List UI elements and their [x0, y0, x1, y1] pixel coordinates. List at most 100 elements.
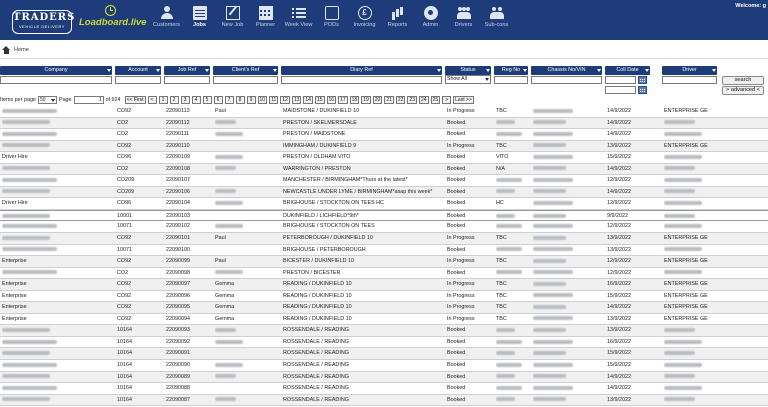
column-header-clients-ref[interactable]: Client's Ref [213, 66, 278, 75]
table-row[interactable]: 10164 22090087 ROSSENDALE / READING Booked 1… [0, 394, 768, 407]
chassis-filter-input[interactable] [531, 76, 602, 84]
page-button[interactable]: 25 [430, 95, 441, 104]
page-button[interactable]: 20 [372, 95, 383, 104]
prev-page-button[interactable]: < [147, 95, 157, 104]
first-page-button[interactable]: << First [124, 95, 146, 104]
calendar-icon[interactable] [638, 76, 647, 84]
page-button[interactable]: 24 [419, 95, 429, 104]
table-row[interactable]: Enterprise CO92 22090095 Gemma READING / DUK… [0, 302, 768, 314]
column-header-diary-ref[interactable]: Diary Ref [281, 66, 442, 75]
nav-item-drivers[interactable]: Drivers [447, 5, 480, 35]
page-button[interactable]: 13 [291, 95, 302, 104]
column-header-status[interactable]: Status [445, 66, 491, 75]
page-button[interactable]: 2 [169, 95, 179, 104]
page-button[interactable]: 8 [235, 95, 245, 104]
redacted-text [215, 131, 243, 136]
table-row[interactable]: Enterprise CO92 22090096 Gemma READING / DUK… [0, 291, 768, 303]
column-header-company[interactable]: Company [0, 66, 112, 75]
table-row[interactable]: 10164 22090093 ROSSENDALE / READING Booked 1… [0, 325, 768, 337]
table-row[interactable]: CO2 22090112 PRESTON / SKELMERSDALE Booked 1… [0, 117, 768, 130]
table-row[interactable]: 10001 22090103 DUKINFIELD / LICHFIELD*9th*… [0, 209, 768, 222]
nav-item-sub-cons[interactable]: Sub-cons [480, 5, 513, 35]
cell-status: Booked [447, 385, 466, 392]
reg-no-filter-input[interactable] [494, 76, 528, 84]
loadboard-logo[interactable]: Loadboard.live [79, 5, 147, 35]
table-row[interactable]: Enterprise CO92 22090099 Paul BICESTER / DUK… [0, 256, 768, 268]
page-button[interactable]: 6 [213, 95, 223, 104]
page-button[interactable]: 19 [361, 95, 371, 104]
nav-item-pods[interactable]: PODs [315, 5, 348, 35]
traders-logo[interactable]: TRADERS VEHICLE DELIVERY [12, 10, 74, 34]
calendar-icon[interactable] [638, 86, 647, 94]
nav-item-admin[interactable]: Admin [414, 5, 447, 35]
table-row[interactable]: 10164 22090091 ROSSENDALE / READING Booked 1… [0, 348, 768, 361]
nav-item-invoicing[interactable]: £ Invoicing [348, 5, 381, 35]
table-row[interactable]: 10164 22090088 ROSSENDALE / READING Booked 1… [0, 383, 768, 395]
page-button[interactable]: 4 [191, 95, 201, 104]
page-button[interactable]: 15 [314, 95, 325, 104]
job-ref-filter-input[interactable] [164, 76, 210, 84]
company-filter-input[interactable] [0, 76, 112, 84]
page-button[interactable]: 9 [246, 95, 256, 104]
page-button[interactable]: 5 [202, 95, 212, 104]
column-header-driver[interactable]: Driver [662, 66, 717, 75]
table-row[interactable]: Driver Hire CO96 22090104 BRIGHOUSE / STOCK… [0, 198, 768, 210]
page-button[interactable]: 23 [407, 95, 418, 104]
home-icon[interactable] [2, 45, 10, 54]
page-button[interactable]: 10 [257, 95, 268, 104]
coll-date-from-input[interactable] [605, 76, 636, 84]
nav-item-customers[interactable]: Customers [150, 5, 183, 35]
column-header-job-ref[interactable]: Job Ref [164, 66, 210, 75]
diary-ref-filter-input[interactable] [281, 76, 442, 84]
page-button[interactable]: 1 [158, 95, 168, 104]
page-button[interactable]: 21 [384, 95, 394, 104]
page-button[interactable]: 18 [349, 95, 360, 104]
table-row[interactable]: 10164 22090092 ROSSENDALE / READING Booked 1… [0, 337, 768, 349]
table-row[interactable]: Enterprise CO92 22090094 Gemma READING / DUK… [0, 314, 768, 326]
column-header-account[interactable]: Account [115, 66, 161, 75]
search-button[interactable]: search [722, 76, 764, 85]
breadcrumb-home[interactable]: Home [14, 47, 29, 53]
page-button[interactable]: 16 [326, 95, 337, 104]
page-button[interactable]: 22 [395, 95, 406, 104]
table-row[interactable]: CO92 22090101 Paul PETERBOROUGH / DUKINFIEL… [0, 233, 768, 245]
page-button[interactable]: 14 [303, 95, 313, 104]
coll-date-to-input[interactable] [605, 86, 636, 94]
page-button[interactable]: 11 [269, 95, 279, 104]
nav-item-new-job[interactable]: New Job [216, 5, 249, 35]
table-row[interactable]: 10164 22090090 ROSSENDALE / READING Booked 1… [0, 360, 768, 372]
page-button[interactable]: 3 [180, 95, 190, 104]
nav-item-reports[interactable]: Reports [381, 5, 414, 35]
nav-item-jobs[interactable]: Jobs [183, 5, 216, 35]
next-page-button[interactable]: > [442, 95, 452, 104]
advanced-search-button[interactable]: > advanced < [722, 86, 764, 95]
table-row[interactable]: 10164 22090089 ROSSENDALE / READING Booked 1… [0, 371, 768, 384]
table-row[interactable]: CO92 22090110 IMMINGHAM / DUKINFIELD 9 In P… [0, 140, 768, 153]
nav-item-planner[interactable]: Planner [249, 5, 282, 35]
column-header-reg-no[interactable]: Reg No [494, 66, 528, 75]
table-row[interactable]: CO2 22090111 PRESTON / MAIDSTONE Booked 14/9… [0, 129, 768, 141]
page-button[interactable]: 17 [338, 95, 348, 104]
driver-filter-input[interactable] [662, 76, 717, 84]
account-filter-input[interactable] [115, 76, 161, 84]
clients-ref-filter-input[interactable] [213, 76, 278, 84]
last-page-button[interactable]: Last >> [453, 95, 474, 104]
page-number-input[interactable]: 1 [73, 95, 104, 104]
table-row[interactable]: CO2 22090108 WARRINGTON / PRESTON Booked N/A… [0, 163, 768, 176]
table-row[interactable]: CO92 22090113 Paul MAIDSTONE / DUKINFIELD 1… [0, 106, 768, 118]
table-row[interactable]: CO209 22090107 MANCHESTER / BIRMINGHAM*Thu… [0, 175, 768, 187]
table-row[interactable]: CO2 22090098 PRESTON / BICESTER Booked 12/9/… [0, 268, 768, 280]
table-row[interactable]: 10071 22090100 BRIGHOUSE / PETERBOROUGH Boo… [0, 245, 768, 257]
table-row[interactable]: CO209 22090106 NEWCASTLE UNDER LYME / BIRM… [0, 186, 768, 199]
table-row[interactable]: 10071 22090102 BRIGHOUSE / STOCKTON ON TEE… [0, 221, 768, 234]
cell-company: Enterprise [2, 315, 27, 322]
page-button[interactable]: 12 [280, 95, 290, 104]
table-row[interactable]: Driver Hire CO96 22090109 PRESTON / OLDHAM … [0, 152, 768, 164]
page-button[interactable]: 7 [224, 95, 234, 104]
nav-item-week-view[interactable]: Week View [282, 5, 315, 35]
column-header-coll-date[interactable]: Coll Date [605, 66, 650, 75]
status-filter-select[interactable]: Show All [445, 75, 491, 84]
column-header-chassis[interactable]: Chassis No/VIN [531, 66, 602, 75]
items-per-page-select[interactable]: 50 [37, 95, 57, 104]
table-row[interactable]: Enterprise CO92 22090097 Gemma READING / DUK… [0, 279, 768, 291]
